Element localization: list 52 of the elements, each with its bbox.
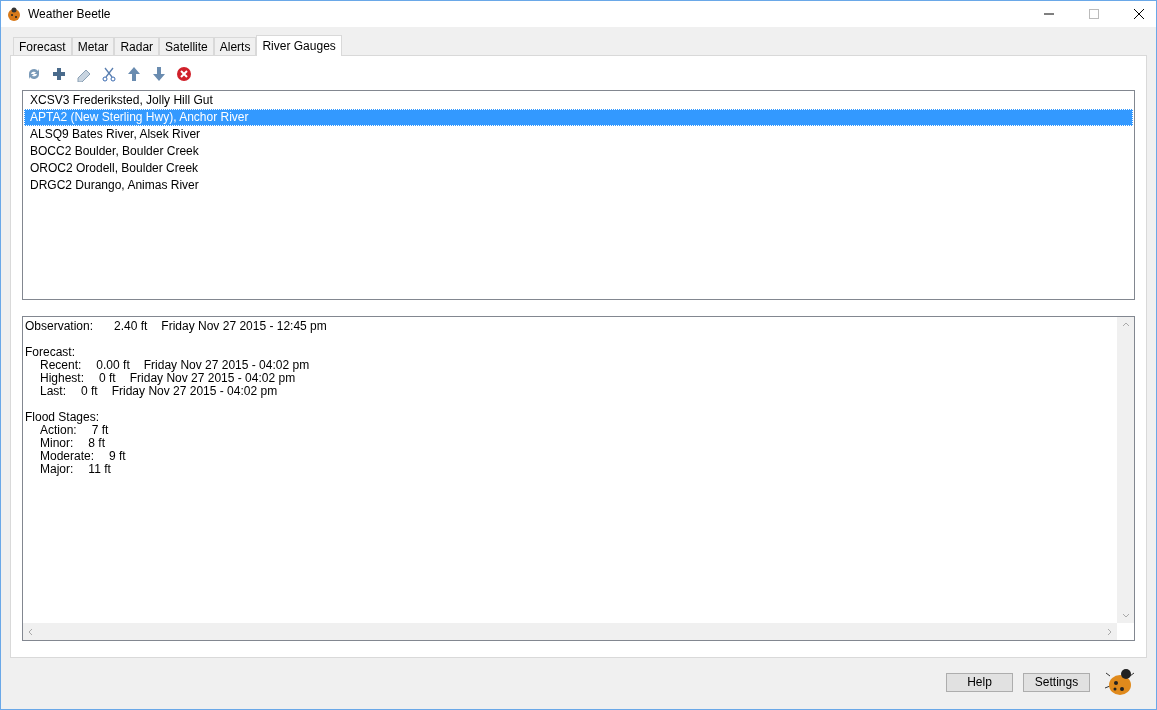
scroll-up-icon[interactable] <box>1121 321 1130 329</box>
station-item[interactable]: DRGC2 Durango, Animas River <box>24 177 1133 194</box>
station-item[interactable]: XCSV3 Frederiksted, Jolly Hill Gut <box>24 92 1133 109</box>
station-item[interactable]: ALSQ9 Bates River, Alsek River <box>24 126 1133 143</box>
forecast-label: Last: <box>40 384 66 398</box>
scroll-right-icon[interactable] <box>1105 627 1113 636</box>
stage-label: Action: <box>40 423 77 437</box>
scissors-icon[interactable] <box>101 66 117 82</box>
delete-icon[interactable] <box>176 66 192 82</box>
stage-value: 7 ft <box>91 423 109 437</box>
up-arrow-icon[interactable] <box>126 66 142 82</box>
maximize-icon[interactable] <box>1089 9 1099 19</box>
ladybug-icon <box>1104 666 1136 698</box>
tab[interactable]: River Gauges <box>256 35 342 56</box>
tab[interactable]: Satellite <box>159 37 214 55</box>
forecast-time: Friday Nov 27 2015 - 04:02 pm <box>143 358 310 372</box>
forecast-time: Friday Nov 27 2015 - 04:02 pm <box>129 371 296 385</box>
stage-value: 9 ft <box>109 449 126 463</box>
tab[interactable]: Metar <box>71 37 115 55</box>
help-button[interactable]: Help <box>946 672 1013 692</box>
scroll-down-icon[interactable] <box>1121 611 1130 619</box>
forecast-time: Friday Nov 27 2015 - 04:02 pm <box>111 384 278 398</box>
tab[interactable]: Forecast <box>13 37 72 55</box>
forecast-value: 0 ft <box>99 371 116 385</box>
station-item[interactable]: OROC2 Orodell, Boulder Creek <box>24 160 1133 177</box>
flood-stages-heading: Flood Stages: <box>25 410 100 424</box>
forecast-value: 0 ft <box>81 384 98 398</box>
vertical-scrollbar[interactable] <box>1117 317 1134 623</box>
stage-value: 8 ft <box>88 436 106 450</box>
tab[interactable]: Radar <box>114 37 160 55</box>
settings-button[interactable]: Settings <box>1023 672 1090 692</box>
close-icon[interactable] <box>1134 9 1144 19</box>
ladybug-icon <box>6 6 22 22</box>
observation-value: 2.40 ft <box>114 319 148 333</box>
observation-label: Observation: <box>25 320 95 333</box>
stage-label: Minor: <box>40 436 74 450</box>
plus-icon[interactable] <box>51 66 67 82</box>
forecast-label: Highest: <box>40 371 85 385</box>
stage-value: 11 ft <box>88 462 111 476</box>
station-item[interactable]: BOCC2 Boulder, Boulder Creek <box>24 143 1133 160</box>
stage-label: Major: <box>40 462 74 476</box>
horizontal-scrollbar[interactable] <box>23 623 1117 640</box>
refresh-icon[interactable] <box>26 66 42 82</box>
window-title: Weather Beetle <box>28 7 112 21</box>
forecast-value: 0.00 ft <box>96 358 130 372</box>
tab[interactable]: Alerts <box>213 37 257 55</box>
scroll-left-icon[interactable] <box>27 627 35 636</box>
forecast-label: Recent: <box>40 358 82 372</box>
down-arrow-icon[interactable] <box>151 66 167 82</box>
stage-label: Moderate: <box>40 449 95 463</box>
observation-time: Friday Nov 27 2015 - 12:45 pm <box>161 319 327 333</box>
forecast-heading: Forecast: <box>25 345 75 359</box>
